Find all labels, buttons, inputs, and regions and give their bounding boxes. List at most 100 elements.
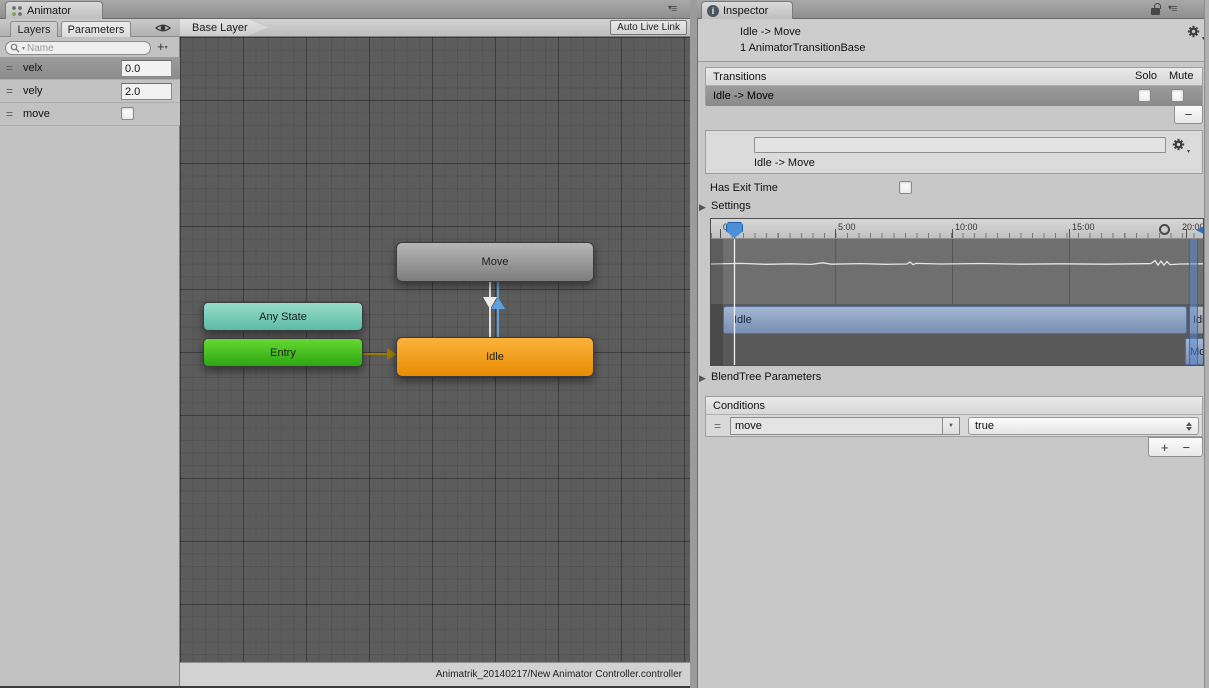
inspector-subtitle: 1 AnimatorTransitionBase [740, 42, 866, 54]
timeline-ruler[interactable]: 0:00 5:00 10:00 15:00 20:00 ◀ [711, 219, 1204, 239]
parameters-tab-label: Parameters [68, 24, 125, 36]
transition-idle-to-move-line-selected[interactable] [497, 282, 499, 338]
animator-tabbar: Animator ▾≡ [0, 0, 690, 19]
solo-column-label: Solo [1135, 70, 1157, 82]
search-filter-caret-icon: ▾ [22, 45, 25, 52]
end-marker-icon[interactable]: ◀ [1196, 223, 1204, 236]
transitions-header: Transitions Solo Mute [706, 68, 1202, 86]
conditions-add-remove-buttons: + − [1148, 437, 1203, 457]
parameter-row-move[interactable]: = move [0, 103, 180, 126]
controller-path-label: Animatrik_20140217/New Animator Controll… [436, 669, 682, 680]
timeline-left-shade [711, 239, 723, 366]
dropdown-updown-icon [1186, 422, 1192, 431]
tab-parameters[interactable]: Parameters [61, 21, 131, 37]
parameter-checkbox[interactable] [121, 107, 134, 120]
unity-editor: Animator ▾≡ Layers Parameters ▾ Name + ▾ … [0, 0, 1209, 688]
parameter-row-vely[interactable]: = vely [0, 80, 180, 103]
gear-icon[interactable]: ▾ [1172, 138, 1190, 153]
tab-animator[interactable]: Animator [5, 1, 103, 19]
info-icon: i [707, 5, 719, 17]
inspector-panel-menu-icon[interactable]: ▾≡ [1168, 3, 1176, 15]
transition-name-input[interactable] [754, 137, 1166, 153]
has-exit-time-checkbox[interactable] [899, 181, 912, 194]
transition-row-label: Idle -> Move [713, 90, 774, 102]
blendtree-foldout-label[interactable]: BlendTree Parameters [711, 371, 821, 383]
conditions-group: Conditions = move ▼ true [705, 396, 1203, 437]
condition-parameter-dropdown[interactable]: move ▼ [730, 417, 960, 435]
window-divider[interactable] [690, 0, 697, 688]
entry-transition-line[interactable] [363, 353, 389, 355]
condition-parameter-value: move [731, 420, 942, 432]
conditions-header-label: Conditions [713, 400, 765, 412]
conditions-header: Conditions [706, 397, 1202, 415]
ruler-minor-ticks [711, 233, 1204, 238]
inspector-tabbar: i Inspector ▾≡ [697, 0, 1209, 19]
solo-checkbox[interactable] [1138, 89, 1151, 102]
parameter-name: move [23, 108, 50, 120]
settings-foldout-label[interactable]: Settings [711, 200, 751, 212]
transition-move-to-idle-line[interactable] [489, 282, 491, 338]
inspector-scrollbar[interactable] [1204, 0, 1209, 688]
drag-handle-icon[interactable]: = [6, 84, 13, 98]
ruler-label: 10:00 [955, 222, 978, 232]
transition-name-label: Idle -> Move [754, 157, 815, 169]
parameter-value-field[interactable] [121, 83, 172, 100]
destination-state-track [711, 336, 1204, 366]
parameter-row-velx[interactable]: = velx [0, 57, 180, 80]
animator-controller-icon [11, 5, 23, 17]
tab-inspector[interactable]: i Inspector [701, 1, 793, 19]
lock-icon[interactable] [1151, 3, 1162, 16]
transition-end-band[interactable] [1189, 219, 1198, 366]
state-node-any-state[interactable]: Any State [203, 302, 363, 331]
condition-drag-handle-icon[interactable]: = [714, 419, 721, 433]
condition-value-dropdown[interactable]: true [968, 417, 1199, 435]
add-condition-button[interactable]: + [1161, 440, 1169, 455]
mute-checkbox[interactable] [1171, 89, 1184, 102]
state-label: Move [482, 256, 509, 268]
controller-path-statusbar: Animatrik_20140217/New Animator Controll… [180, 662, 690, 686]
add-parameter-button[interactable]: +▾ [157, 39, 175, 55]
state-node-idle[interactable]: Idle [396, 337, 594, 377]
minus-label: − [1185, 107, 1193, 122]
source-state-bar-idle[interactable]: Idle [723, 306, 1187, 334]
transitions-header-label: Transitions [713, 71, 766, 83]
tab-layers[interactable]: Layers [10, 21, 58, 37]
state-node-move[interactable]: Move [396, 242, 594, 282]
parameter-name: velx [23, 62, 43, 74]
transition-arrow-up-icon[interactable] [491, 297, 505, 309]
drag-handle-icon[interactable]: = [6, 61, 13, 75]
state-label: Idle [486, 351, 504, 363]
parameter-search-input[interactable]: ▾ Name [5, 41, 151, 55]
auto-live-link-button[interactable]: Auto Live Link [610, 20, 687, 35]
transition-name-panel: ▾ Idle -> Move [705, 130, 1203, 174]
loop-indicator-icon[interactable] [1159, 224, 1170, 235]
animator-panel-menu-icon[interactable]: ▾≡ [668, 3, 676, 15]
condition-value: true [969, 420, 1186, 432]
settings-foldout-arrow-icon[interactable]: ▶ [699, 202, 706, 213]
transition-row-idle-to-move[interactable]: Idle -> Move [706, 86, 1202, 106]
blendtree-foldout-arrow-icon[interactable]: ▶ [699, 373, 706, 384]
remove-transition-button[interactable]: − [1174, 105, 1203, 124]
search-placeholder: Name [27, 43, 54, 54]
ruler-label: 15:00 [1072, 222, 1095, 232]
dropdown-caret-icon: ▼ [942, 418, 959, 434]
inspector-tab-label: Inspector [723, 5, 768, 17]
breadcrumb-base-layer[interactable]: Base Layer [180, 19, 268, 36]
playhead-line [734, 239, 735, 366]
mute-column-label: Mute [1169, 70, 1193, 82]
transition-timeline[interactable]: Idle Idle Move 0:00 5:00 10:00 15:00 20:… [710, 218, 1204, 366]
auto-live-link-label: Auto Live Link [617, 22, 680, 33]
breadcrumb-label: Base Layer [192, 22, 248, 34]
state-node-entry[interactable]: Entry [203, 338, 363, 367]
graph-header: Base Layer Auto Live Link [180, 19, 690, 37]
drag-handle-icon[interactable]: = [6, 107, 13, 121]
transitions-group: Transitions Solo Mute Idle -> Move [705, 67, 1203, 105]
inspector-title: Idle -> Move [740, 26, 801, 38]
layers-tab-label: Layers [17, 24, 50, 36]
parameter-name: vely [23, 85, 43, 97]
eye-icon[interactable] [155, 23, 171, 33]
search-icon [10, 43, 20, 53]
gear-icon[interactable]: ▾ [1187, 25, 1205, 40]
remove-condition-button[interactable]: − [1183, 440, 1191, 455]
parameter-value-field[interactable] [121, 60, 172, 77]
